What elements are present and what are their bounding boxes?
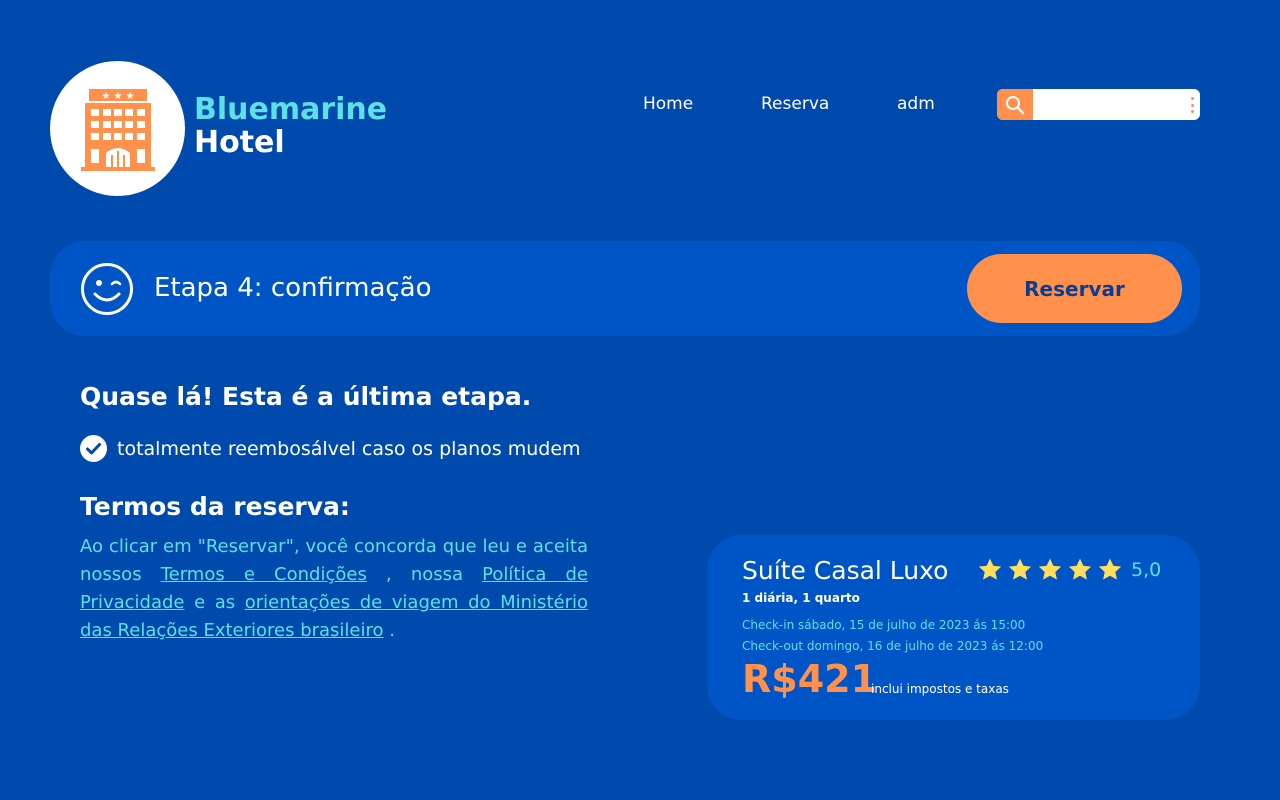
kebab-menu-icon[interactable] (1190, 97, 1194, 113)
search-bar (997, 89, 1200, 120)
hotel-logo[interactable]: ★ ★ ★ (50, 61, 185, 196)
nav-home[interactable]: Home (643, 93, 693, 115)
star-icon (1038, 558, 1062, 580)
terms-link[interactable]: Termos e Condições (161, 564, 367, 585)
stay-summary: 1 diária, 1 quarto (742, 591, 860, 605)
search-icon (1006, 95, 1025, 114)
step-bar: Etapa 4: confirmação Reservar (50, 241, 1200, 336)
reserve-button[interactable]: Reservar (967, 254, 1182, 323)
search-input[interactable] (1037, 93, 1181, 117)
checkout-info: Check-out domingo, 16 de julho de 2023 á… (742, 639, 1044, 653)
check-circle-icon (80, 435, 107, 462)
terms-part4: . (383, 620, 395, 641)
star-icon (1098, 558, 1122, 580)
star-rating: 5,0 (977, 557, 1161, 583)
checkin-info: Check-in sábado, 15 de julho de 2023 ás … (742, 618, 1026, 632)
page-heading: Quase lá! Esta é a última etapa. (80, 382, 532, 411)
price: R$421 (742, 657, 878, 701)
search-button[interactable] (997, 89, 1033, 120)
brand-line2: Hotel (194, 125, 285, 160)
step-title: Etapa 4: confirmação (154, 273, 432, 303)
terms-part3: e as (184, 592, 245, 613)
terms-text: Ao clicar em "Reservar", você concorda q… (80, 533, 588, 645)
booking-summary-card: Suíte Casal Luxo 5,0 1 diária, 1 quarto … (707, 535, 1200, 720)
refund-text: totalmente reembosálvel caso os planos m… (117, 437, 581, 460)
terms-part2: , nossa (366, 564, 483, 585)
nav-adm[interactable]: adm (897, 93, 935, 115)
terms-heading: Termos da reserva: (80, 492, 350, 521)
star-icon (978, 558, 1002, 580)
star-icon (1008, 558, 1032, 580)
price-note: inclui impostos e taxas (871, 682, 1009, 696)
wink-smiley-icon (81, 263, 133, 315)
rating-value: 5,0 (1131, 559, 1162, 581)
nav-reserva[interactable]: Reserva (761, 93, 829, 115)
star-icon (1068, 558, 1092, 580)
room-name: Suíte Casal Luxo (742, 556, 949, 585)
refund-feature: totalmente reembosálvel caso os planos m… (80, 435, 581, 462)
